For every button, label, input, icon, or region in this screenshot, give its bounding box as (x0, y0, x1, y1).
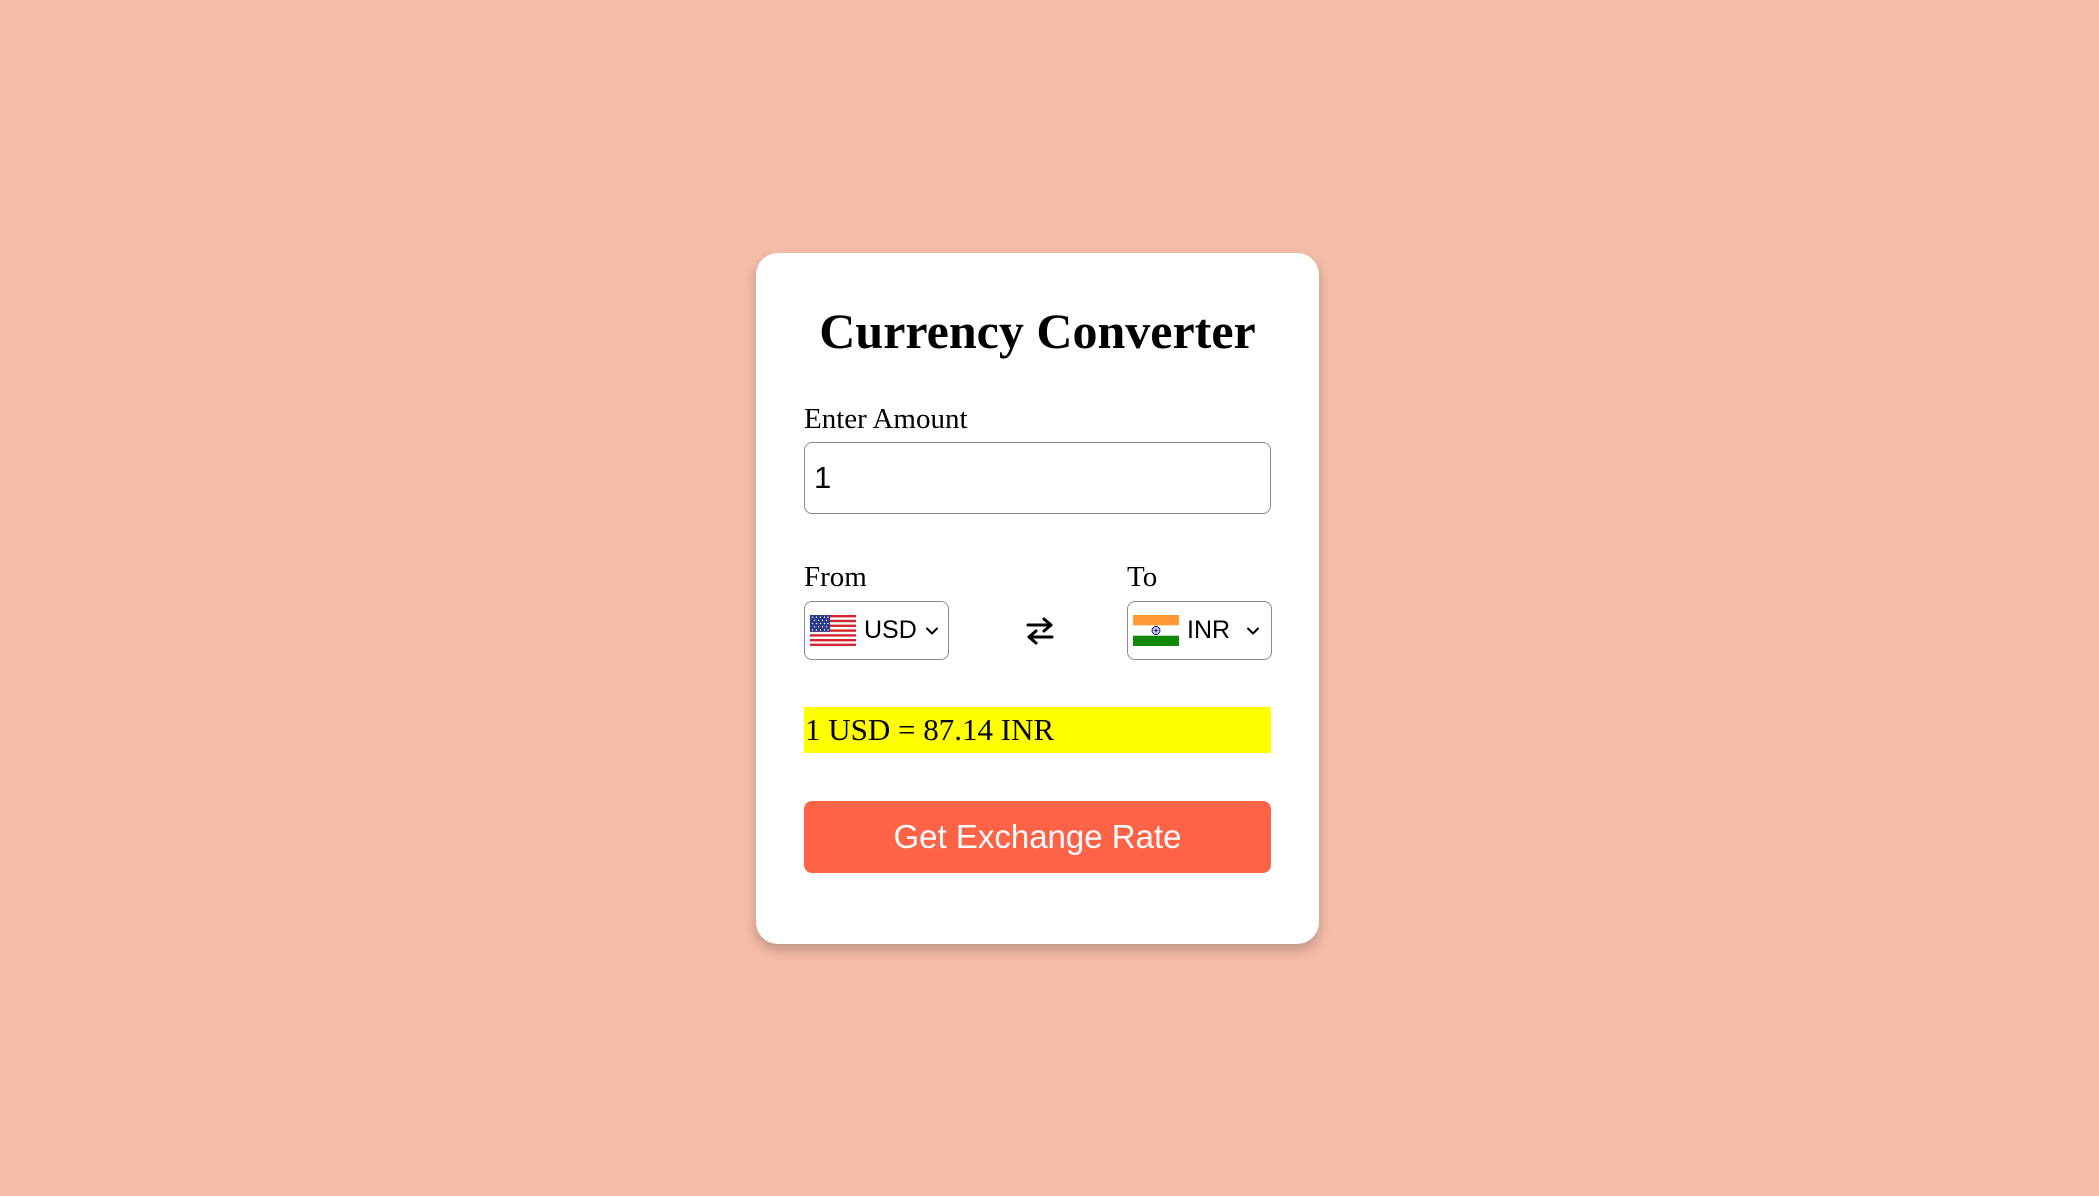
get-exchange-rate-button[interactable]: Get Exchange Rate (804, 801, 1271, 873)
page-title: Currency Converter (819, 303, 1256, 359)
chevron-down-icon (925, 627, 938, 634)
amount-label: Enter Amount (804, 403, 968, 435)
converter-card: Currency Converter Enter Amount From To … (756, 253, 1319, 944)
exchange-rate-result: 1 USD = 87.14 INR (804, 707, 1271, 753)
from-currency-value: USD (864, 616, 917, 644)
amount-input[interactable] (804, 442, 1271, 514)
to-label: To (1127, 561, 1158, 593)
to-currency-select[interactable]: INR (1127, 601, 1272, 660)
india-flag-icon (1133, 615, 1179, 646)
chevron-down-icon (1247, 627, 1260, 634)
us-flag-icon (810, 615, 856, 646)
to-currency-value: INR (1187, 616, 1231, 644)
from-label: From (804, 561, 867, 593)
swap-arrows-icon[interactable] (1023, 615, 1057, 647)
from-currency-select[interactable]: USD (804, 601, 949, 660)
